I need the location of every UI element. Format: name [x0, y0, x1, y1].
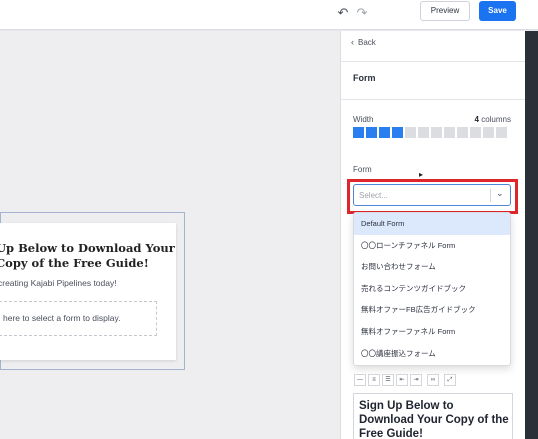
width-value-number: 4 — [474, 115, 479, 124]
dropdown-option[interactable]: お問い合わせフォーム — [354, 256, 510, 278]
settings-panel: ‹ Back Form Width 4 columns Form ▸ Select… — [340, 31, 526, 439]
column-segment[interactable] — [379, 127, 390, 138]
top-bar: ↶ ↷ Preview Save — [0, 0, 538, 30]
column-segment[interactable] — [418, 127, 429, 138]
numbered-list-icon[interactable]: ☰ — [382, 374, 394, 386]
select-placeholder: Select... — [359, 191, 388, 200]
form-card[interactable]: Up Below to Download Your Copy of the Fr… — [0, 223, 176, 360]
indent-icon[interactable]: ⇥ — [410, 374, 422, 386]
column-segment[interactable] — [470, 127, 481, 138]
divider — [341, 99, 526, 100]
fullscreen-icon[interactable]: ⤢ — [444, 374, 456, 386]
column-width-selector[interactable] — [353, 127, 507, 138]
dropdown-option[interactable]: 売れるコンテンツガイドブック — [354, 278, 510, 300]
page-canvas: Up Below to Download Your Copy of the Fr… — [0, 31, 340, 439]
width-label: Width — [353, 115, 374, 124]
form-field-label: Form — [353, 165, 372, 174]
outdent-icon[interactable]: ⇤ — [396, 374, 408, 386]
rich-text-editor[interactable]: Sign Up Below to Download Your Copy of t… — [353, 393, 513, 439]
dropdown-option[interactable]: 無料オファーファネル Form — [354, 321, 510, 343]
app-window: ↶ ↷ Preview Save Up Below to Download Yo… — [0, 0, 538, 439]
mouse-cursor-icon: ▸ — [419, 170, 424, 179]
column-segment[interactable] — [483, 127, 494, 138]
bullet-list-icon[interactable]: ≡ — [368, 374, 380, 386]
chevron-left-icon: ‹ — [351, 37, 354, 47]
form-placeholder[interactable]: here to select a form to display. — [0, 301, 157, 336]
column-segment[interactable] — [496, 127, 507, 138]
card-subheading: creating Kajabi Pipelines today! — [0, 278, 117, 288]
column-segment[interactable] — [431, 127, 442, 138]
dropdown-option[interactable]: Default Form — [354, 213, 510, 235]
column-segment[interactable] — [353, 127, 364, 138]
column-segment[interactable] — [444, 127, 455, 138]
scrollbar[interactable] — [525, 31, 538, 439]
redo-icon[interactable]: ↷ — [354, 5, 370, 21]
dropdown-option[interactable]: 無料オファーFB広告ガイドブック — [354, 299, 510, 321]
link-icon[interactable]: ∞ — [427, 374, 439, 386]
back-label: Back — [358, 38, 376, 47]
horizontal-rule-icon[interactable]: — — [354, 374, 366, 386]
editor-heading-text: Sign Up Below to Download Your Copy of t… — [359, 400, 509, 439]
dropdown-option[interactable]: 〇〇講座振込フォーム — [354, 343, 510, 365]
card-heading: Up Below to Download Your Copy of the Fr… — [0, 241, 175, 270]
column-segment[interactable] — [366, 127, 377, 138]
back-button[interactable]: ‹ Back — [351, 37, 376, 47]
divider — [341, 61, 526, 62]
form-select[interactable]: Select... ⌄ — [353, 184, 511, 206]
chevron-down-icon[interactable]: ⌄ — [496, 188, 504, 199]
select-separator — [490, 189, 491, 202]
column-segment[interactable] — [457, 127, 468, 138]
width-value-unit: columns — [481, 115, 511, 124]
text-editor-toolbar: — ≡ ☰ ⇤ ⇥ ∞ ⤢ — [354, 374, 514, 390]
save-button[interactable]: Save — [479, 1, 516, 21]
undo-icon[interactable]: ↶ — [335, 5, 351, 21]
preview-button[interactable]: Preview — [420, 1, 470, 21]
dropdown-option[interactable]: 〇〇ローンチファネル Form — [354, 235, 510, 257]
panel-title: Form — [353, 73, 376, 83]
width-value: 4 columns — [475, 115, 511, 124]
form-dropdown-menu: Default Form 〇〇ローンチファネル Form お問い合わせフォーム … — [353, 212, 511, 366]
column-segment[interactable] — [392, 127, 403, 138]
column-segment[interactable] — [405, 127, 416, 138]
